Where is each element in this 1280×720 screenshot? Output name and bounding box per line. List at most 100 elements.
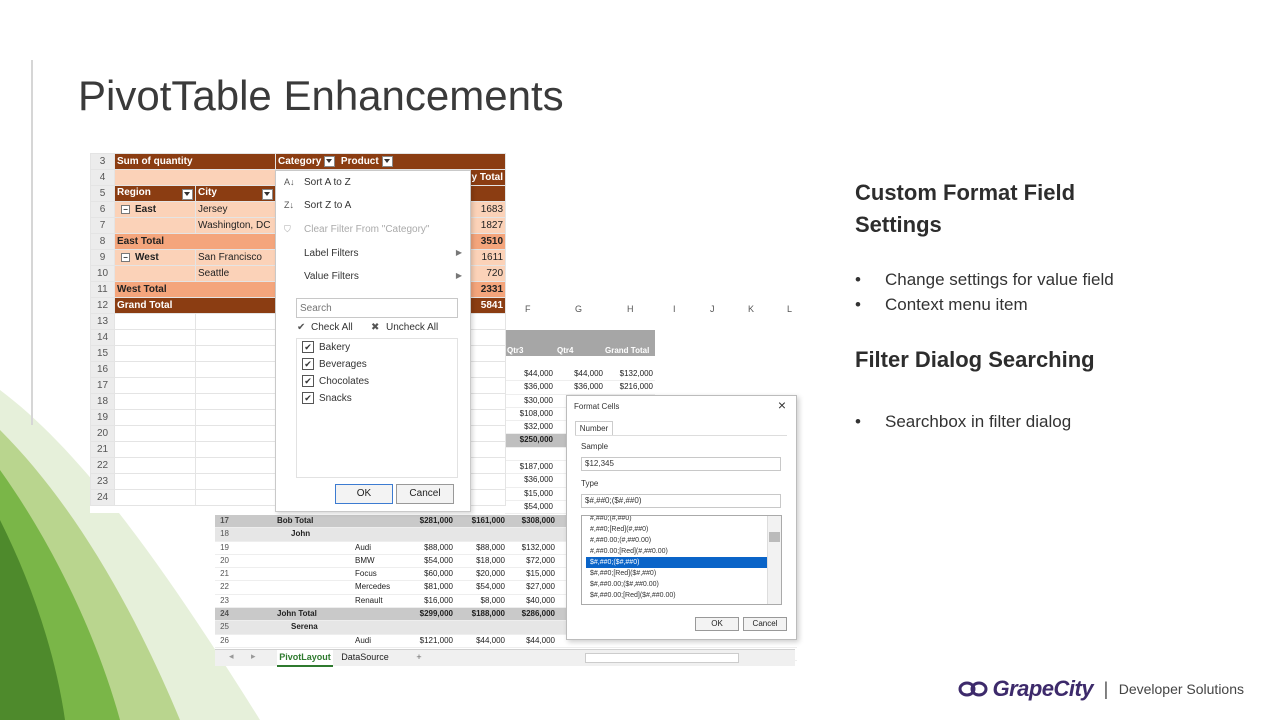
region-cell[interactable]: − West [114, 249, 196, 266]
empty-cell[interactable] [195, 361, 276, 378]
value-cell[interactable]: $8,000 [455, 595, 505, 607]
sheet-tab-pivotlayout[interactable]: PivotLayout [277, 650, 333, 667]
value-cell[interactable]: $44,000 [455, 635, 505, 647]
empty-cell[interactable] [114, 457, 196, 474]
empty-cell[interactable] [114, 409, 196, 426]
value-cell[interactable]: $44,000 [505, 368, 553, 380]
filter-list-item[interactable]: ✔ Bakery [297, 339, 457, 356]
value-cell[interactable]: $121,000 [403, 635, 453, 647]
tab-number[interactable]: Number [575, 421, 613, 436]
value-cell[interactable]: $44,000 [555, 368, 603, 380]
value-cell[interactable]: $40,000 [507, 595, 555, 607]
empty-cell[interactable] [195, 345, 276, 362]
filter-list-item[interactable]: ✔ Beverages [297, 356, 457, 373]
horizontal-scrollbar[interactable] [585, 653, 739, 663]
format-type-list[interactable]: #,##0;(#,##0) #,##0;[Red](#,##0) #,##0.00;… [581, 515, 782, 605]
format-type-option[interactable]: $#,##0;($#,##0) [586, 557, 771, 568]
value-cell[interactable]: $16,000 [403, 595, 453, 607]
region-dropdown-icon[interactable] [182, 189, 193, 200]
value-cell[interactable]: $15,000 [505, 488, 553, 500]
checkbox-checked-icon[interactable]: ✔ [302, 375, 314, 388]
format-ok-button[interactable]: OK [695, 617, 739, 631]
value-cell[interactable]: Mercedes [355, 581, 400, 593]
value-cell[interactable]: $132,000 [605, 368, 653, 380]
empty-cell[interactable] [195, 425, 276, 442]
empty-cell[interactable] [195, 313, 276, 330]
city-cell[interactable]: Washington, DC [195, 217, 276, 234]
value-cell[interactable]: $81,000 [403, 581, 453, 593]
value-cell[interactable]: $18,000 [455, 555, 505, 567]
value-cell[interactable]: BMW [355, 555, 400, 567]
value-cell[interactable]: Audi [355, 635, 400, 647]
empty-cell[interactable] [195, 409, 276, 426]
collapse-icon[interactable]: − [121, 205, 130, 214]
value-cell[interactable]: $299,000 [403, 608, 453, 620]
value-cell[interactable]: $161,000 [455, 515, 505, 527]
empty-cell[interactable] [114, 425, 196, 442]
city-cell[interactable]: San Francisco [195, 249, 276, 266]
empty-cell[interactable] [195, 377, 276, 394]
value-cell[interactable]: $72,000 [507, 555, 555, 567]
empty-cell[interactable] [114, 313, 196, 330]
empty-cell[interactable] [195, 457, 276, 474]
empty-cell[interactable] [114, 345, 196, 362]
empty-cell[interactable] [114, 393, 196, 410]
value-cell[interactable]: Audi [355, 542, 400, 554]
value-cell[interactable]: Renault [355, 595, 400, 607]
value-cell[interactable]: $27,000 [507, 581, 555, 593]
next-sheet-icon[interactable]: ▸ [251, 651, 256, 662]
city-cell[interactable]: Seattle [195, 265, 276, 282]
filter-search-input[interactable] [296, 298, 458, 318]
value-cell[interactable]: $36,000 [555, 381, 603, 393]
city-cell[interactable]: Jersey [195, 201, 276, 218]
empty-cell[interactable] [195, 473, 276, 490]
value-cell[interactable]: $132,000 [507, 542, 555, 554]
value-cell[interactable]: $32,000 [505, 421, 553, 433]
value-cell[interactable]: $30,000 [505, 395, 553, 407]
value-cell[interactable]: Bob Total [277, 515, 352, 527]
value-cell[interactable]: $281,000 [403, 515, 453, 527]
filter-list-item[interactable]: ✔ Chocolates [297, 373, 457, 390]
empty-cell[interactable] [114, 441, 196, 458]
check-all-button[interactable]: Check All [311, 322, 353, 333]
scrollbar-thumb[interactable] [769, 532, 780, 542]
value-cell[interactable]: $54,000 [455, 581, 505, 593]
empty-cell[interactable] [114, 329, 196, 346]
value-cell[interactable]: $60,000 [403, 568, 453, 580]
prev-sheet-icon[interactable]: ◂ [229, 651, 234, 662]
format-type-option[interactable]: $#,##0;[Red]($#,##0) [586, 568, 771, 579]
value-cell[interactable]: $36,000 [505, 381, 553, 393]
sheet-tab-datasource[interactable]: DataSource [337, 650, 393, 665]
value-cell[interactable]: $20,000 [455, 568, 505, 580]
checkbox-checked-icon[interactable]: ✔ [302, 392, 314, 405]
empty-cell[interactable] [195, 329, 276, 346]
checkbox-checked-icon[interactable]: ✔ [302, 341, 314, 354]
value-cell[interactable]: John Total [277, 608, 352, 620]
value-cell[interactable]: $44,000 [507, 635, 555, 647]
format-type-option[interactable]: $#,##0.00;[Red]($#,##0.00) [586, 590, 771, 601]
label-filters-item[interactable]: Label Filters [304, 248, 358, 259]
empty-cell[interactable] [195, 393, 276, 410]
empty-cell[interactable] [114, 489, 196, 506]
format-type-option[interactable]: #,##0.00;(#,##0.00) [586, 535, 771, 546]
format-type-option[interactable]: $#,##0.00;($#,##0.00) [586, 579, 771, 590]
city-dropdown-icon[interactable] [262, 189, 273, 200]
add-sheet-icon[interactable]: + [411, 650, 427, 665]
value-cell[interactable]: $188,000 [455, 608, 505, 620]
format-type-option[interactable]: #,##0;(#,##0) [586, 516, 771, 524]
checkbox-checked-icon[interactable]: ✔ [302, 358, 314, 371]
value-cell[interactable]: John [277, 528, 366, 540]
value-filters-item[interactable]: Value Filters [304, 271, 359, 282]
sort-z-to-a-item[interactable]: Sort Z to A [304, 200, 351, 211]
product-dropdown-icon[interactable] [381, 155, 393, 167]
value-cell[interactable]: $187,000 [505, 461, 553, 473]
value-cell[interactable]: $88,000 [403, 542, 453, 554]
clear-filter-item[interactable]: Clear Filter From "Category" [304, 224, 429, 235]
region-cell[interactable]: − East [114, 201, 196, 218]
filter-ok-button[interactable]: OK [335, 484, 393, 504]
close-icon[interactable]: × [778, 397, 786, 413]
empty-cell[interactable] [195, 441, 276, 458]
sort-a-to-z-item[interactable]: Sort A to Z [304, 177, 351, 188]
list-scrollbar[interactable] [767, 516, 781, 604]
value-cell[interactable]: $216,000 [605, 381, 653, 393]
